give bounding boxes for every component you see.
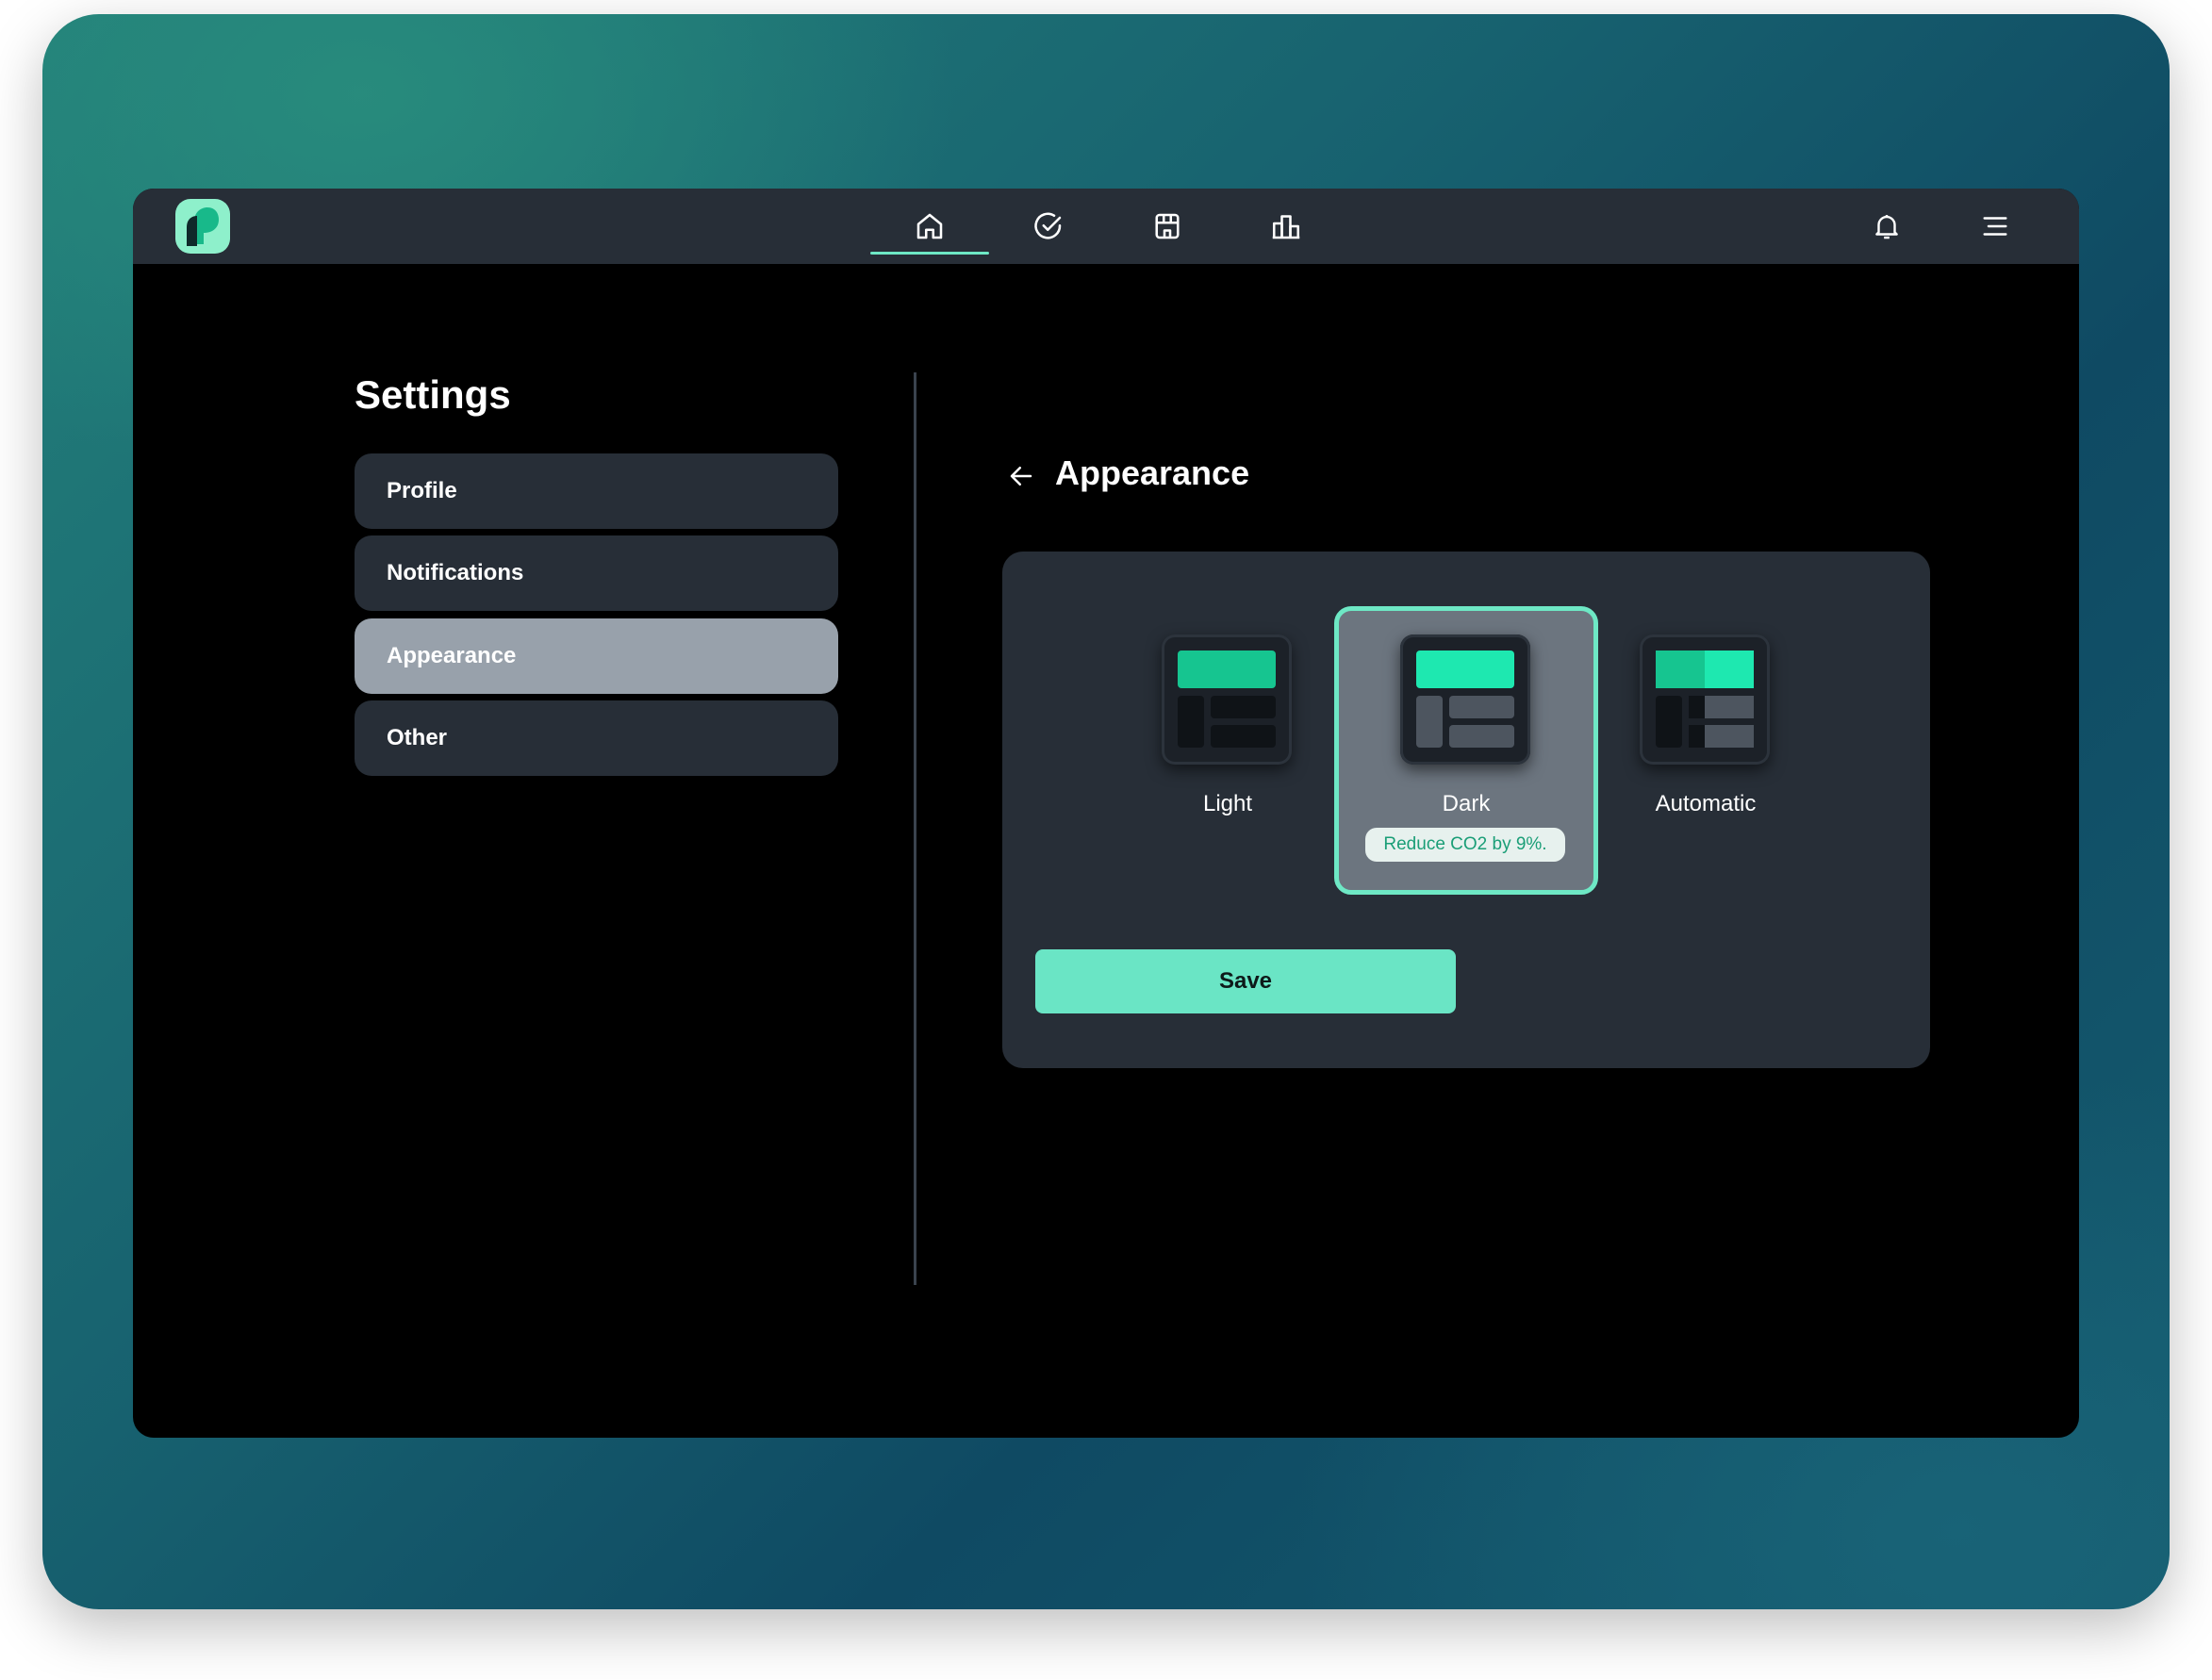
light-theme-preview xyxy=(1162,634,1292,765)
buildings-icon xyxy=(1272,215,1300,239)
theme-option-label: Light xyxy=(1202,791,1253,816)
home-icon xyxy=(916,213,943,239)
back-button[interactable] xyxy=(1002,457,1040,495)
theme-option-dark[interactable]: Dark Reduce CO2 by 9%. xyxy=(1334,606,1598,895)
settings-menu-appearance[interactable]: Appearance xyxy=(355,618,838,694)
main-menu-button[interactable] xyxy=(1974,206,2016,247)
settings-menu-profile[interactable]: Profile xyxy=(355,453,838,529)
layout-preview-icon xyxy=(1178,651,1276,748)
nav-buildings[interactable] xyxy=(1227,189,1345,264)
appearance-title: Appearance xyxy=(1055,453,1250,492)
app-window: Settings Profile Notifications Appearanc… xyxy=(133,189,2079,1438)
app-logo[interactable] xyxy=(175,199,230,254)
layout-preview-icon xyxy=(1656,651,1754,748)
settings-title: Settings xyxy=(355,372,511,417)
vertical-divider xyxy=(914,372,916,1285)
appearance-panel: Light Dark Reduce CO2 by 9%. Automatic S… xyxy=(1002,552,1930,1068)
layout-preview-icon xyxy=(1416,651,1514,748)
bell-icon xyxy=(1875,214,1898,239)
theme-option-label: Dark xyxy=(1442,791,1491,816)
logo-icon xyxy=(187,207,219,246)
nav-tasks[interactable] xyxy=(989,189,1108,264)
theme-option-light[interactable]: Light xyxy=(1096,606,1360,895)
store-icon xyxy=(1155,213,1180,239)
settings-menu-other[interactable]: Other xyxy=(355,700,838,776)
co2-badge: Reduce CO2 by 9%. xyxy=(1365,828,1565,862)
notifications-button[interactable] xyxy=(1866,206,1907,247)
check-circle-icon xyxy=(1034,212,1062,239)
dark-theme-preview xyxy=(1400,634,1530,765)
settings-menu-notifications[interactable]: Notifications xyxy=(355,535,838,611)
menu-icon xyxy=(1983,217,2007,236)
theme-option-automatic[interactable]: Automatic xyxy=(1574,606,1838,895)
top-navigation-bar xyxy=(133,189,2079,264)
arrow-left-icon xyxy=(1010,467,1032,486)
theme-option-label: Automatic xyxy=(1655,791,1757,816)
save-button[interactable]: Save xyxy=(1035,949,1456,1013)
nav-store[interactable] xyxy=(1108,189,1227,264)
nav-home[interactable] xyxy=(870,189,989,264)
automatic-theme-preview xyxy=(1640,634,1770,765)
